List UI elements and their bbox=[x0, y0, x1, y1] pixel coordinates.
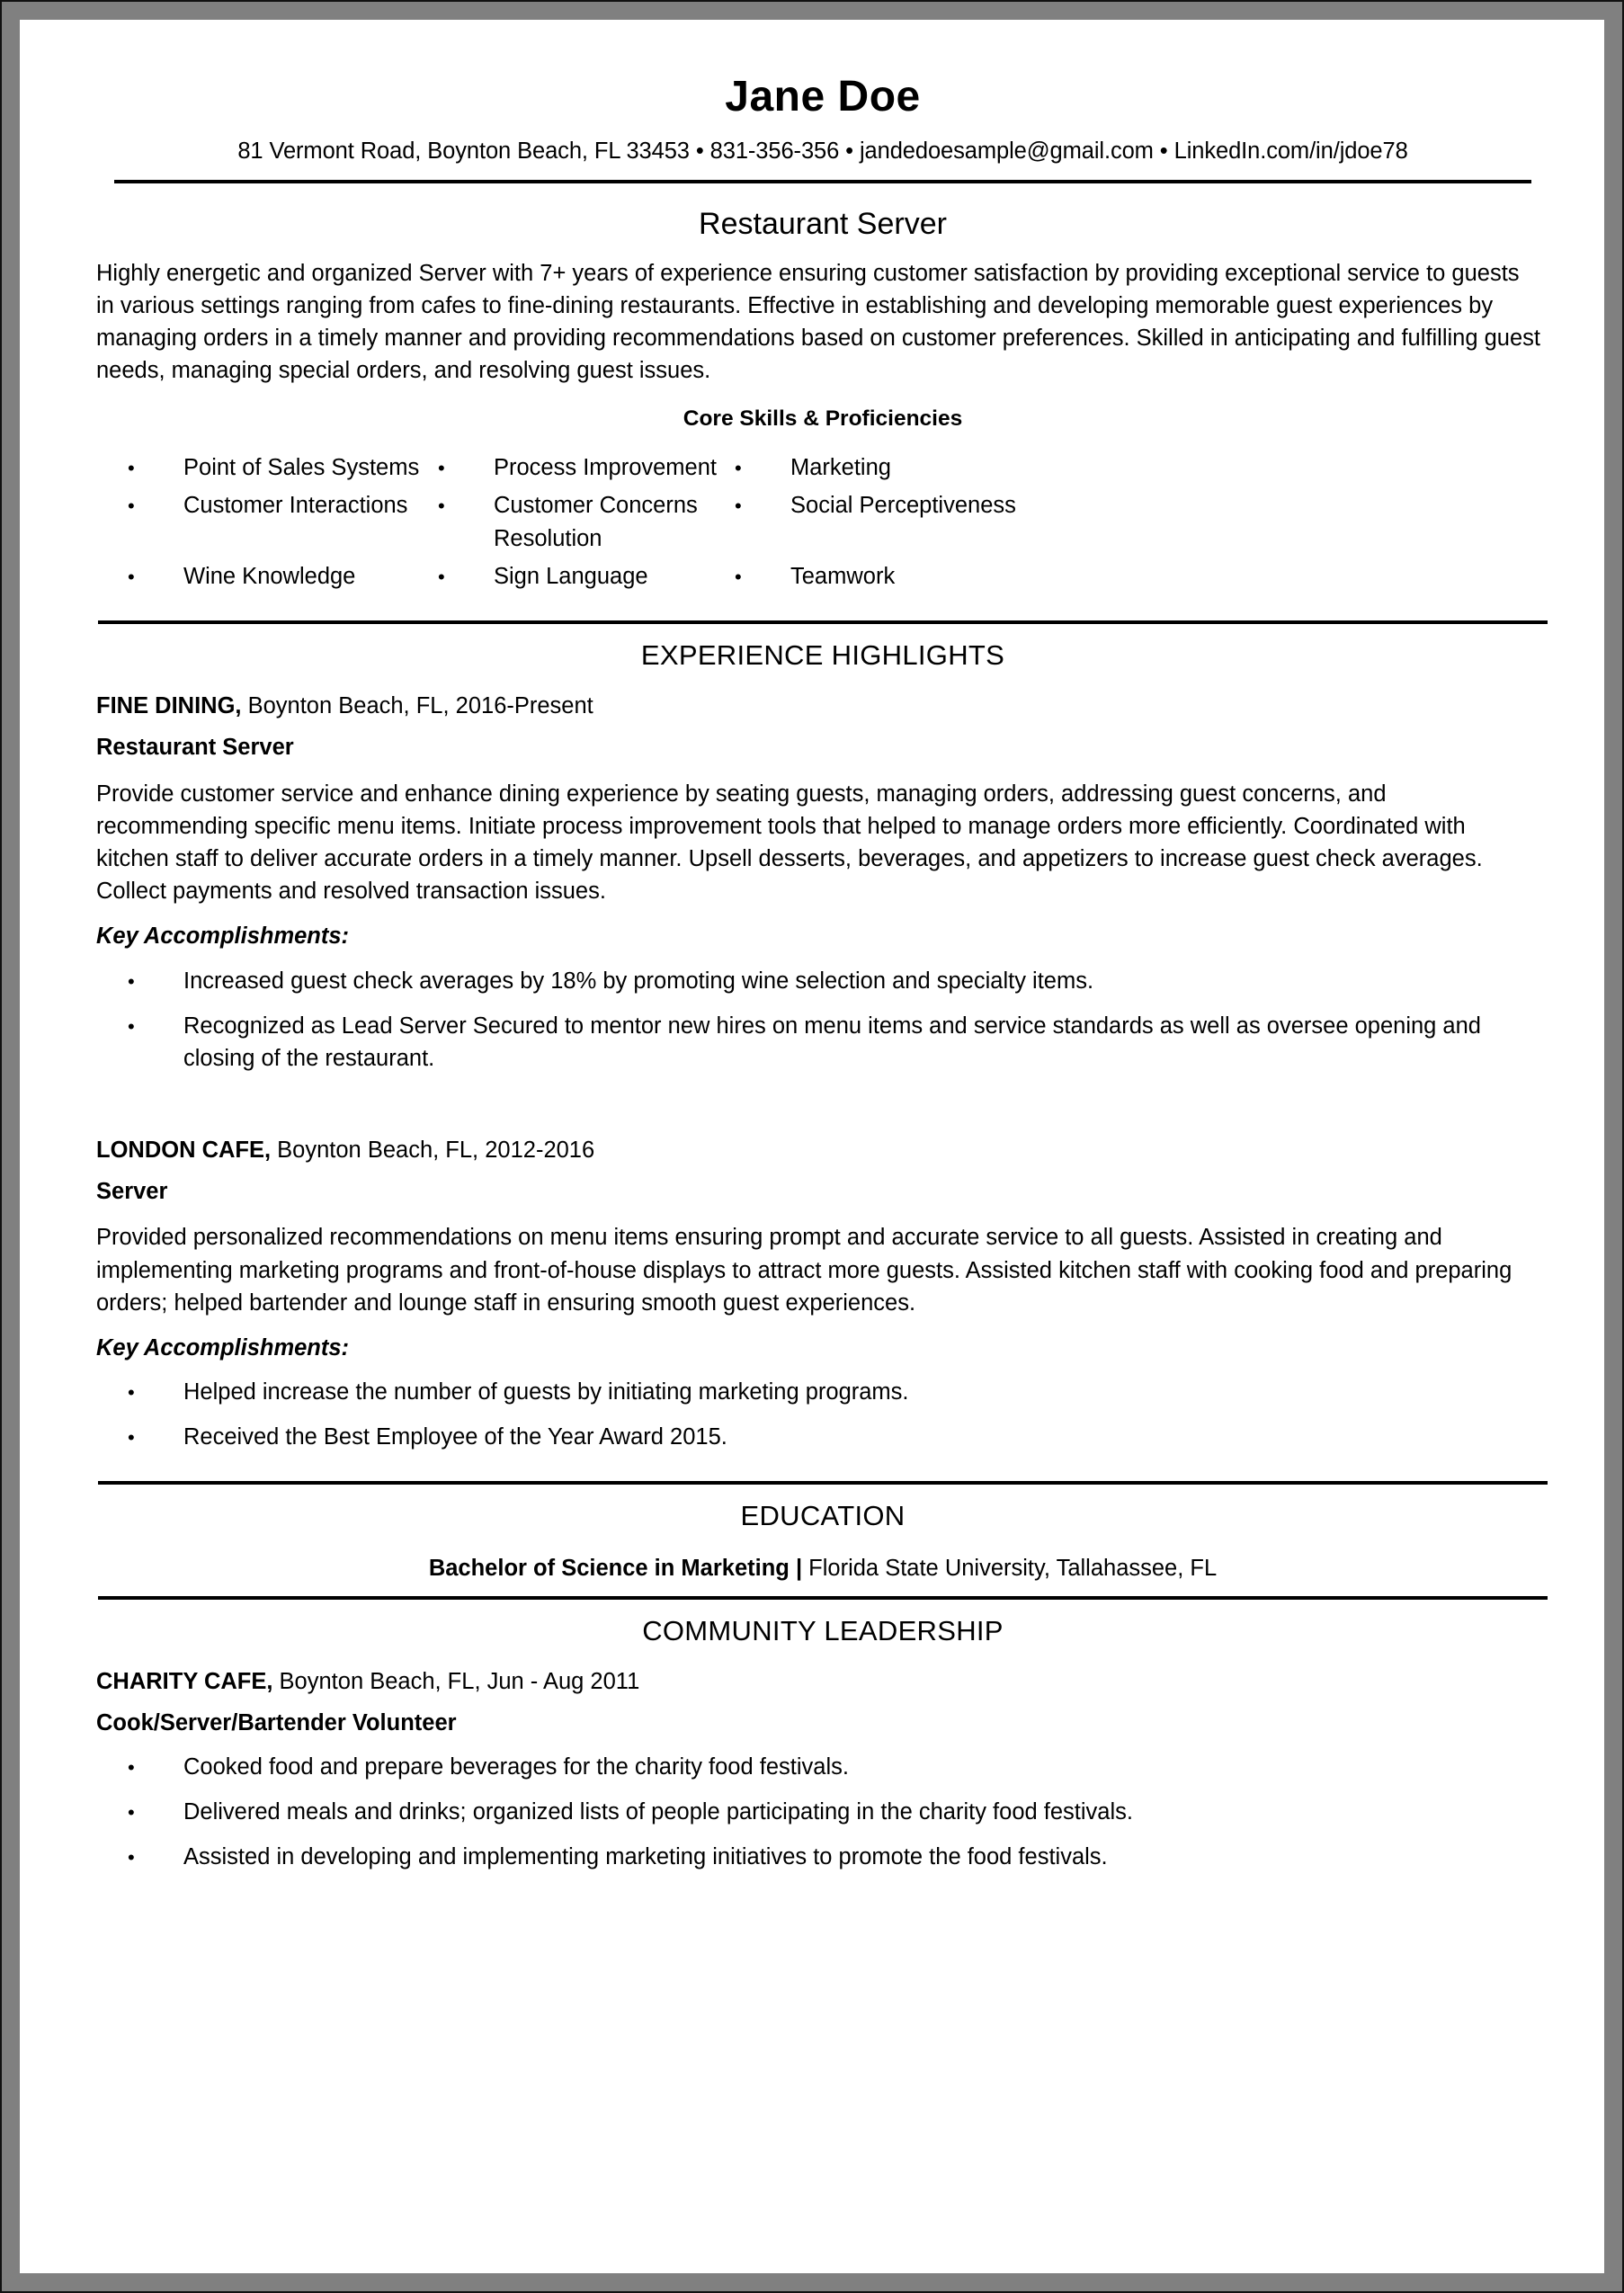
bullet-icon: • bbox=[735, 566, 742, 589]
page-title: Jane Doe bbox=[725, 73, 921, 120]
skill-item: • Wine Knowledge bbox=[128, 560, 438, 593]
skill-item: • Teamwork bbox=[735, 560, 1549, 593]
section-title-experience: EXPERIENCE HIGHLIGHTS bbox=[640, 639, 1005, 672]
bullet-icon: • bbox=[128, 1846, 135, 1869]
skill-label: Customer Concerns Resolution bbox=[494, 493, 698, 552]
list-item: • Helped increase the number of guests b… bbox=[128, 1376, 1549, 1408]
bullet-icon: • bbox=[128, 1755, 135, 1779]
community-text: Assisted in developing and implementing … bbox=[183, 1844, 1108, 1870]
organization-name: CHARITY CAFE, bbox=[96, 1668, 273, 1694]
job-headline: Restaurant Server bbox=[699, 206, 947, 241]
education-institution: Florida State University, Tallahassee, F… bbox=[802, 1555, 1218, 1581]
bullet-icon: • bbox=[128, 457, 135, 480]
education-section-divider-top bbox=[98, 1480, 1548, 1485]
section-title-education: EDUCATION bbox=[740, 1499, 906, 1531]
bullet-icon: • bbox=[735, 495, 742, 518]
employer-name: LONDON CAFE, bbox=[96, 1138, 272, 1164]
skill-item: • Marketing bbox=[735, 451, 1549, 485]
summary-paragraph: Highly energetic and organized Server wi… bbox=[96, 260, 1540, 384]
page-sheet: Jane Doe 81 Vermont Road, Boynton Beach,… bbox=[20, 20, 1604, 2273]
bullet-icon: • bbox=[438, 495, 445, 518]
core-skills-grid: • Point of Sales Systems • Process Impro… bbox=[96, 451, 1549, 593]
bullet-icon: • bbox=[128, 1801, 135, 1825]
skill-label: Marketing bbox=[790, 455, 891, 481]
job-role: Restaurant Server bbox=[96, 735, 294, 761]
accomplishment-text: Increased guest check averages by 18% by… bbox=[183, 968, 1094, 994]
bullet-icon: • bbox=[128, 1014, 135, 1038]
volunteer-role: Cook/Server/Bartender Volunteer bbox=[96, 1709, 457, 1735]
employer-meta: Boynton Beach, FL, 2016-Present bbox=[241, 693, 593, 719]
skill-item: • Social Perceptiveness bbox=[735, 489, 1549, 556]
list-item: • Recognized as Lead Server Secured to m… bbox=[128, 1010, 1549, 1075]
list-item: • Increased guest check averages by 18% … bbox=[128, 965, 1549, 997]
community-text: Delivered meals and drinks; organized li… bbox=[183, 1799, 1133, 1825]
community-section-divider bbox=[98, 1595, 1548, 1600]
skill-item: • Customer Interactions bbox=[128, 489, 438, 556]
job-description: Provide customer service and enhance din… bbox=[96, 781, 1483, 905]
list-item: • Cooked food and prepare beverages for … bbox=[128, 1751, 1549, 1783]
page-frame: Jane Doe 81 Vermont Road, Boynton Beach,… bbox=[0, 0, 1624, 2293]
section-title-community: COMMUNITY LEADERSHIP bbox=[642, 1614, 1004, 1646]
bullet-icon: • bbox=[128, 1426, 135, 1450]
bullet-icon: • bbox=[438, 457, 445, 480]
skill-label: Customer Interactions bbox=[183, 493, 408, 519]
skill-item: • Process Improvement bbox=[438, 451, 735, 485]
bullet-icon: • bbox=[128, 969, 135, 993]
job-description: Provided personalized recommendations on… bbox=[96, 1225, 1512, 1316]
skill-label: Wine Knowledge bbox=[183, 564, 356, 590]
employer-meta: Boynton Beach, FL, 2012-2016 bbox=[271, 1138, 595, 1164]
organization-line: CHARITY CAFE, Boynton Beach, FL, Jun - A… bbox=[96, 1667, 1549, 1697]
bullet-icon: • bbox=[128, 566, 135, 589]
skill-label: Point of Sales Systems bbox=[183, 455, 420, 481]
bullet-icon: • bbox=[735, 457, 742, 480]
bullet-icon: • bbox=[438, 566, 445, 589]
contact-line: 81 Vermont Road, Boynton Beach, FL 33453… bbox=[237, 138, 1408, 164]
education-entry: Bachelor of Science in Marketing | Flori… bbox=[96, 1554, 1549, 1584]
accomplishment-text: Received the Best Employee of the Year A… bbox=[183, 1424, 727, 1450]
education-degree: Bachelor of Science in Marketing | bbox=[428, 1555, 803, 1581]
list-item: • Received the Best Employee of the Year… bbox=[128, 1421, 1549, 1453]
list-item: • Delivered meals and drinks; organized … bbox=[128, 1796, 1549, 1828]
skill-item: • Customer Concerns Resolution bbox=[438, 489, 735, 556]
experience-section-divider bbox=[98, 620, 1548, 625]
key-accomplishments-label: Key Accomplishments: bbox=[96, 923, 350, 950]
employer-line: FINE DINING, Boynton Beach, FL, 2016-Pre… bbox=[96, 691, 1549, 721]
accomplishment-text: Recognized as Lead Server Secured to men… bbox=[183, 1013, 1481, 1071]
skill-label: Teamwork bbox=[790, 564, 896, 590]
job-role: Server bbox=[96, 1179, 168, 1205]
skill-label: Social Perceptiveness bbox=[790, 493, 1016, 519]
skill-item: • Sign Language bbox=[438, 560, 735, 593]
employer-line: LONDON CAFE, Boynton Beach, FL, 2012-201… bbox=[96, 1136, 1549, 1165]
header-divider bbox=[114, 179, 1531, 183]
employer-name: FINE DINING, bbox=[96, 693, 242, 719]
key-accomplishments-label: Key Accomplishments: bbox=[96, 1335, 350, 1361]
community-text: Cooked food and prepare beverages for th… bbox=[183, 1753, 849, 1780]
bullet-icon: • bbox=[128, 1381, 135, 1405]
skill-label: Process Improvement bbox=[494, 455, 718, 481]
skill-item: • Point of Sales Systems bbox=[128, 451, 438, 485]
bullet-icon: • bbox=[128, 495, 135, 518]
accomplishment-text: Helped increase the number of guests by … bbox=[183, 1379, 909, 1405]
community-list: • Cooked food and prepare beverages for … bbox=[96, 1751, 1549, 1874]
skill-label: Sign Language bbox=[494, 564, 648, 590]
list-item: • Assisted in developing and implementin… bbox=[128, 1841, 1549, 1873]
resume-content: Jane Doe 81 Vermont Road, Boynton Beach,… bbox=[96, 20, 1549, 2273]
accomplishment-list: • Helped increase the number of guests b… bbox=[96, 1376, 1549, 1453]
core-skills-title: Core Skills & Proficiencies bbox=[683, 406, 963, 432]
organization-meta: Boynton Beach, FL, Jun - Aug 2011 bbox=[272, 1668, 640, 1694]
accomplishment-list: • Increased guest check averages by 18% … bbox=[96, 965, 1549, 1075]
